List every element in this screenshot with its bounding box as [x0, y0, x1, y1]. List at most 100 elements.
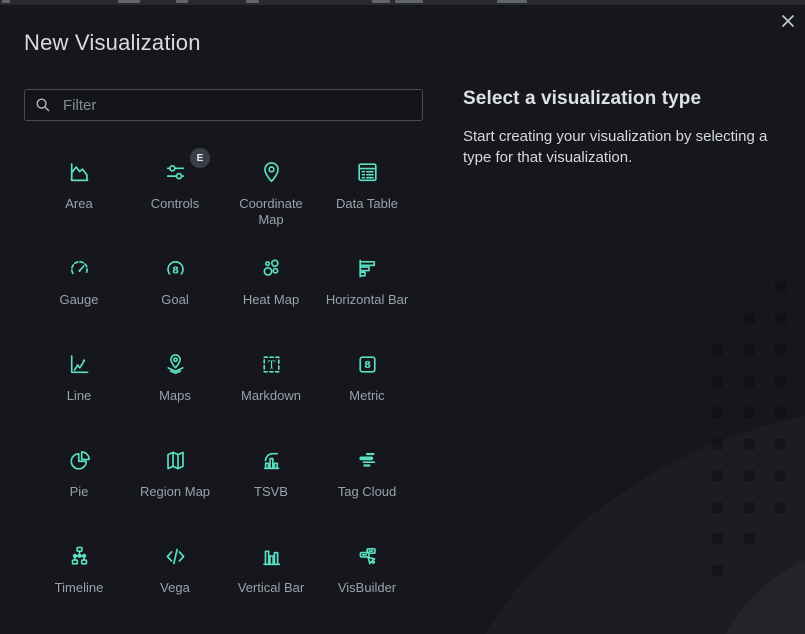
deco-square: [775, 313, 786, 324]
vis-type-line[interactable]: Line: [31, 332, 127, 428]
new-visualization-modal: New Visualization Area E Controls Coordinat…: [0, 5, 805, 634]
vis-type-label: Line: [67, 388, 92, 404]
vis-type-label: Goal: [161, 292, 188, 308]
map-layers-pin-icon: [162, 351, 189, 378]
line-chart-icon: [66, 351, 93, 378]
vis-type-vertical-bar[interactable]: Vertical Bar: [223, 524, 319, 620]
metric-number-icon: 8: [354, 351, 381, 378]
vis-type-timeline[interactable]: Timeline: [31, 524, 127, 620]
vis-type-tag-cloud[interactable]: Tag Cloud: [319, 428, 415, 524]
vis-type-label: Metric: [349, 388, 384, 404]
vis-type-label: Area: [65, 196, 92, 212]
deco-square: [775, 376, 786, 387]
timeline-nodes-icon: [66, 543, 93, 570]
close-button[interactable]: [775, 9, 801, 35]
deco-square: [775, 470, 786, 481]
tsvb-chart-icon: [258, 447, 285, 474]
deco-square: [712, 376, 723, 387]
svg-text:8: 8: [172, 265, 179, 276]
vis-type-controls[interactable]: E Controls: [127, 140, 223, 236]
vis-type-label: Pie: [70, 484, 89, 500]
vis-type-label: Tag Cloud: [338, 484, 397, 500]
vis-type-tsvb[interactable]: TSVB: [223, 428, 319, 524]
svg-text:T: T: [267, 357, 275, 371]
deco-square: [712, 407, 723, 418]
deco-square: [744, 502, 755, 513]
visualization-type-grid: Area E Controls Coordinate Map Data Table Gau…: [31, 140, 415, 620]
close-x-icon: [781, 14, 795, 31]
filter-field: [24, 89, 423, 121]
deco-square: [775, 502, 786, 513]
vis-type-label: Timeline: [55, 580, 104, 596]
vis-type-visbuilder[interactable]: VisBuilder: [319, 524, 415, 620]
deco-square: [744, 344, 755, 355]
deco-square: [744, 407, 755, 418]
heatmap-circles-icon: [258, 255, 285, 282]
vis-type-label: Coordinate Map: [228, 196, 314, 228]
vis-type-metric[interactable]: 8 Metric: [319, 332, 415, 428]
detail-description: Start creating your visualization by sel…: [463, 126, 785, 168]
vis-type-data-table[interactable]: Data Table: [319, 140, 415, 236]
map-pin-icon: [258, 159, 285, 186]
detail-panel: Select a visualization type Start creati…: [463, 88, 785, 168]
tag-cloud-lines-icon: [354, 447, 381, 474]
vis-type-label: Vertical Bar: [238, 580, 304, 596]
deco-square: [775, 439, 786, 450]
deco-square: [712, 565, 723, 576]
code-brackets-icon: [162, 543, 189, 570]
vis-type-label: VisBuilder: [338, 580, 396, 596]
vis-type-label: Data Table: [336, 196, 398, 212]
deco-square: [712, 439, 723, 450]
vis-type-label: Maps: [159, 388, 191, 404]
pie-chart-icon: [66, 447, 93, 474]
deco-square: [744, 376, 755, 387]
vis-type-label: Gauge: [59, 292, 98, 308]
vis-type-maps[interactable]: Maps: [127, 332, 223, 428]
vis-type-label: Markdown: [241, 388, 301, 404]
folded-map-icon: [162, 447, 189, 474]
vis-type-pie[interactable]: Pie: [31, 428, 127, 524]
deco-square: [712, 502, 723, 513]
sliders-icon: [162, 159, 189, 186]
deco-square: [712, 533, 723, 544]
vis-type-label: Region Map: [140, 484, 210, 500]
vis-type-area[interactable]: Area: [31, 140, 127, 236]
gauge-icon: [66, 255, 93, 282]
deco-square: [775, 281, 786, 292]
visbuilder-drag-icon: [354, 543, 381, 570]
deco-square: [744, 470, 755, 481]
table-icon: [354, 159, 381, 186]
modal-title: New Visualization: [24, 30, 201, 56]
vis-type-gauge[interactable]: Gauge: [31, 236, 127, 332]
vertical-bars-icon: [258, 543, 285, 570]
vis-type-vega[interactable]: Vega: [127, 524, 223, 620]
vis-type-label: Controls: [151, 196, 199, 212]
deco-square: [744, 439, 755, 450]
goal-icon: 8: [162, 255, 189, 282]
vis-type-heat-map[interactable]: Heat Map: [223, 236, 319, 332]
deco-square: [744, 313, 755, 324]
svg-text:8: 8: [364, 360, 371, 371]
experimental-badge: E: [190, 148, 210, 168]
horizontal-bars-icon: [354, 255, 381, 282]
vis-type-goal[interactable]: 8 Goal: [127, 236, 223, 332]
vis-type-region-map[interactable]: Region Map: [127, 428, 223, 524]
vis-type-coordinate-map[interactable]: Coordinate Map: [223, 140, 319, 236]
deco-square: [775, 407, 786, 418]
vis-type-horizontal-bar[interactable]: Horizontal Bar: [319, 236, 415, 332]
deco-square: [712, 470, 723, 481]
vis-type-label: Horizontal Bar: [326, 292, 408, 308]
deco-square: [744, 533, 755, 544]
vis-type-markdown[interactable]: T Markdown: [223, 332, 319, 428]
decorative-circle-corner: [705, 545, 805, 634]
area-chart-icon: [66, 159, 93, 186]
vis-type-label: Vega: [160, 580, 190, 596]
markdown-text-icon: T: [258, 351, 285, 378]
detail-heading: Select a visualization type: [463, 88, 785, 110]
deco-square: [775, 344, 786, 355]
deco-square: [712, 344, 723, 355]
vis-type-label: TSVB: [254, 484, 288, 500]
decorative-circle-large: [407, 407, 805, 634]
filter-input[interactable]: [24, 89, 423, 121]
screen: New Visualization Area E Controls Coordinat…: [0, 0, 805, 634]
